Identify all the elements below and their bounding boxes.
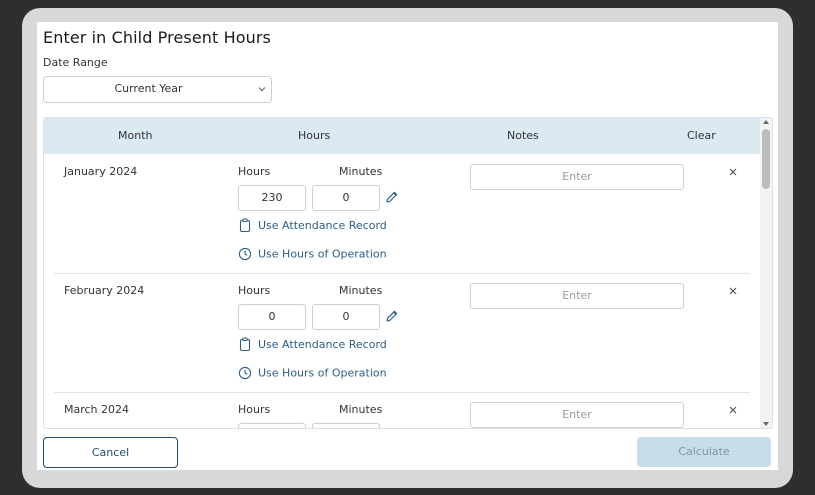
header-notes: Notes bbox=[507, 129, 539, 142]
close-icon[interactable] bbox=[728, 405, 738, 415]
scroll-thumb[interactable] bbox=[762, 129, 770, 189]
table-header: Month Hours Notes Clear bbox=[44, 118, 760, 154]
notes-input[interactable]: Enter bbox=[470, 164, 684, 190]
calculate-button[interactable]: Calculate bbox=[637, 437, 771, 467]
month-label: February 2024 bbox=[64, 284, 145, 297]
minutes-label: Minutes bbox=[339, 284, 383, 297]
hours-input[interactable] bbox=[238, 423, 306, 428]
use-attendance-record-link[interactable]: Use Attendance Record bbox=[238, 337, 387, 352]
notes-input[interactable]: Enter bbox=[470, 283, 684, 309]
date-range-select[interactable]: Current Year bbox=[43, 76, 272, 103]
close-icon[interactable] bbox=[728, 167, 738, 177]
header-month: Month bbox=[118, 129, 153, 142]
pencil-icon[interactable] bbox=[385, 190, 399, 204]
minutes-label: Minutes bbox=[339, 403, 383, 416]
hours-input[interactable]: 0 bbox=[238, 304, 306, 330]
cancel-button[interactable]: Cancel bbox=[43, 437, 178, 468]
table-body: January 2024 Hours Minutes 230 0 Enter U… bbox=[44, 154, 760, 428]
date-range-value: Current Year bbox=[114, 82, 183, 95]
clock-icon bbox=[238, 247, 252, 261]
table-row: March 2024 Hours Minutes Enter bbox=[54, 392, 750, 428]
date-range-label: Date Range bbox=[43, 56, 108, 69]
hours-input[interactable]: 230 bbox=[238, 185, 306, 211]
month-label: January 2024 bbox=[64, 165, 138, 178]
table-row: January 2024 Hours Minutes 230 0 Enter U… bbox=[54, 154, 750, 274]
hours-table: Month Hours Notes Clear January 2024 Hou… bbox=[43, 117, 773, 429]
notes-input[interactable]: Enter bbox=[470, 402, 684, 428]
chevron-down-icon bbox=[258, 87, 266, 92]
month-label: March 2024 bbox=[64, 403, 130, 416]
header-hours: Hours bbox=[298, 129, 331, 142]
use-hours-of-operation-link[interactable]: Use Hours of Operation bbox=[238, 366, 387, 380]
pencil-icon[interactable] bbox=[385, 309, 399, 323]
close-icon[interactable] bbox=[728, 286, 738, 296]
table-scrollbar[interactable] bbox=[760, 118, 772, 428]
table-row: February 2024 Hours Minutes 0 0 Enter Us… bbox=[54, 273, 750, 393]
minutes-input[interactable] bbox=[312, 423, 380, 428]
minutes-input[interactable]: 0 bbox=[312, 304, 380, 330]
clipboard-icon bbox=[239, 337, 251, 352]
attendance-link-label: Use Attendance Record bbox=[258, 338, 387, 351]
hours-label: Hours bbox=[238, 403, 271, 416]
clipboard-icon bbox=[239, 218, 251, 233]
use-attendance-record-link[interactable]: Use Attendance Record bbox=[238, 218, 387, 233]
modal-title: Enter in Child Present Hours bbox=[43, 28, 271, 47]
attendance-link-label: Use Attendance Record bbox=[258, 219, 387, 232]
present-hours-modal: Enter in Child Present Hours Date Range … bbox=[37, 22, 778, 470]
operation-link-label: Use Hours of Operation bbox=[258, 247, 387, 261]
scroll-up-arrow[interactable] bbox=[763, 120, 769, 124]
scroll-down-arrow[interactable] bbox=[763, 422, 769, 426]
hours-label: Hours bbox=[238, 165, 271, 178]
header-clear: Clear bbox=[687, 129, 716, 142]
hours-label: Hours bbox=[238, 284, 271, 297]
clock-icon bbox=[238, 366, 252, 380]
operation-link-label: Use Hours of Operation bbox=[258, 366, 387, 380]
minutes-input[interactable]: 0 bbox=[312, 185, 380, 211]
use-hours-of-operation-link[interactable]: Use Hours of Operation bbox=[238, 247, 387, 261]
minutes-label: Minutes bbox=[339, 165, 383, 178]
